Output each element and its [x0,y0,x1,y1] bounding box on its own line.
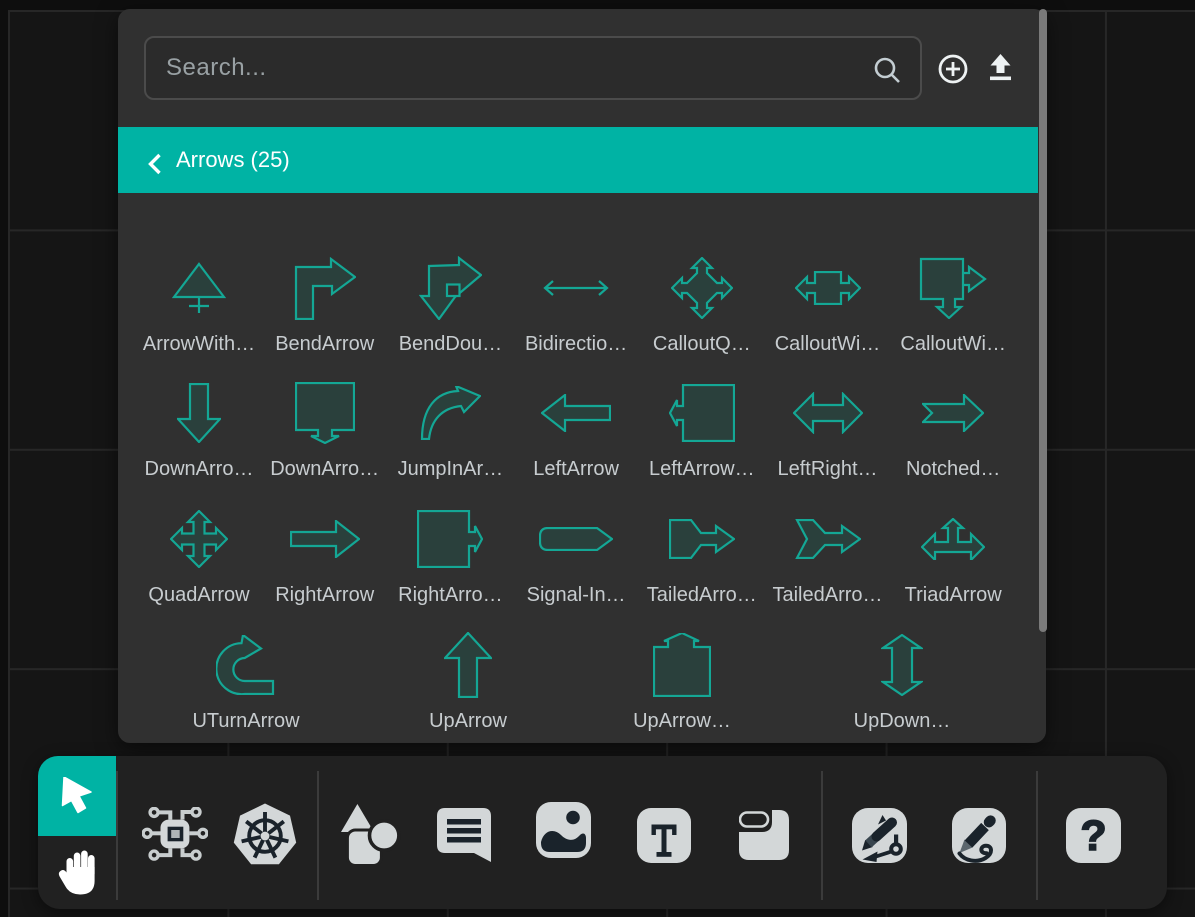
svg-text:?: ? [1080,812,1106,860]
